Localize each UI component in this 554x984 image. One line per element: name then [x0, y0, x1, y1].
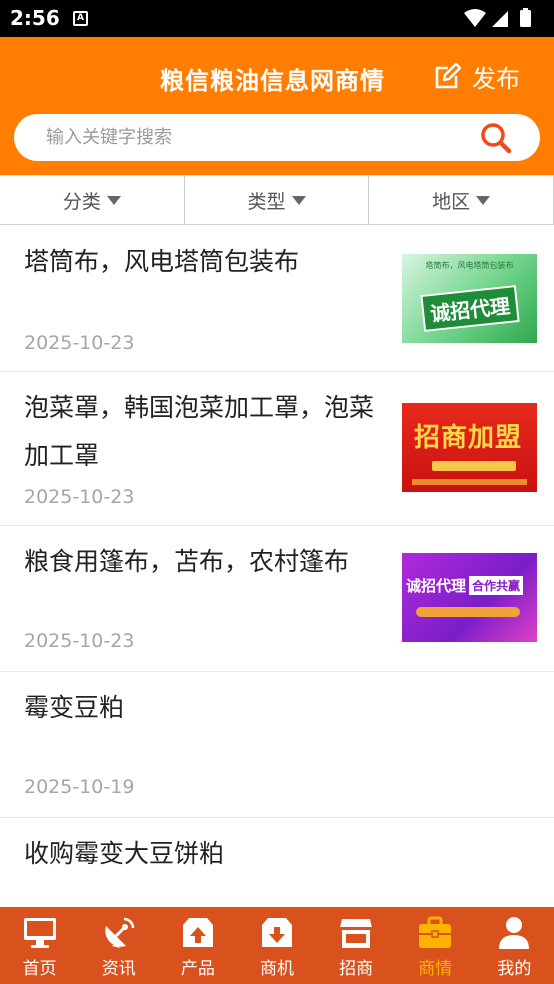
bottom-tab-bar: 首页 资讯 产品 商机 招商 商情 我的 — [0, 907, 554, 984]
news-list: 塔筒布，风电塔筒包装布 2025-10-23 塔筒布，风电塔筒包装布 诚招代理 … — [0, 226, 554, 938]
thumb-banner — [432, 461, 516, 471]
item-date: 2025-10-23 — [24, 486, 135, 508]
tab-label: 招商 — [339, 959, 374, 979]
tab-home[interactable]: 首页 — [0, 907, 79, 984]
filter-category[interactable]: 分类 — [0, 176, 185, 224]
list-item[interactable]: 泡菜罩，韩国泡菜加工罩，泡菜加工罩 2025-10-23 招商加盟 — [0, 372, 554, 526]
tab-label: 资讯 — [101, 959, 136, 979]
upload-box-icon — [182, 918, 213, 947]
filter-label: 分类 — [62, 190, 101, 213]
filter-type[interactable]: 类型 — [185, 176, 370, 224]
user-icon — [499, 917, 530, 949]
store-icon — [340, 919, 373, 948]
item-title: 收购霉变大豆饼粕 — [24, 839, 225, 868]
list-item[interactable]: 粮食用篷布，苫布，农村篷布 2025-10-23 诚招代理 合作共赢 — [0, 526, 554, 672]
caret-down-icon — [291, 195, 306, 205]
item-thumbnail: 招商加盟 — [402, 403, 537, 492]
tab-market-info[interactable]: 商情 — [396, 907, 475, 984]
search-box — [14, 114, 540, 161]
list-item[interactable]: 塔筒布，风电塔筒包装布 2025-10-23 塔筒布，风电塔筒包装布 诚招代理 — [0, 226, 554, 372]
thumb-text: 招商加盟 — [414, 423, 523, 453]
filter-region[interactable]: 地区 — [369, 176, 554, 224]
tab-investment[interactable]: 招商 — [317, 907, 396, 984]
tab-opportunities[interactable]: 商机 — [237, 907, 316, 984]
item-title: 塔筒布，风电塔筒包装布 — [24, 247, 300, 276]
page-title: 粮信粮油信息网商情 — [160, 67, 385, 95]
filter-bar: 分类 类型 地区 — [0, 175, 554, 225]
search-icon[interactable] — [480, 122, 512, 154]
publish-button[interactable]: 发布 — [434, 59, 520, 93]
item-thumbnail: 诚招代理 合作共赢 — [402, 553, 537, 642]
header: 粮信粮油信息网商情 发布 — [0, 37, 554, 175]
caret-down-icon — [106, 195, 121, 205]
tab-news[interactable]: 资讯 — [79, 907, 158, 984]
filter-label: 地区 — [432, 190, 471, 213]
item-date: 2025-10-23 — [24, 332, 135, 354]
status-bar: 2:56 A — [0, 0, 554, 37]
notification-a-icon: A — [73, 11, 88, 26]
tab-products[interactable]: 产品 — [158, 907, 237, 984]
thumb-caption: 塔筒布，风电塔筒包装布 — [425, 261, 514, 270]
item-title: 泡菜罩，韩国泡菜加工罩，泡菜加工罩 — [24, 393, 375, 470]
thumb-text: 诚招代理 — [420, 285, 520, 332]
thumb-footer — [412, 479, 527, 485]
signal-icon — [492, 11, 508, 27]
tab-label: 我的 — [497, 959, 532, 979]
item-date: 2025-10-19 — [24, 776, 135, 798]
filter-label: 类型 — [247, 190, 286, 213]
tab-profile[interactable]: 我的 — [475, 907, 554, 984]
monitor-icon — [23, 918, 56, 948]
item-date: 2025-10-23 — [24, 630, 135, 652]
tab-label: 商情 — [418, 959, 453, 979]
caret-down-icon — [476, 195, 491, 205]
search-input[interactable] — [46, 114, 466, 161]
tab-label: 首页 — [22, 959, 57, 979]
download-box-icon — [261, 918, 292, 947]
status-time: 2:56 — [10, 6, 60, 30]
thumb-text: 诚招代理 — [406, 577, 467, 595]
item-thumbnail: 塔筒布，风电塔筒包装布 诚招代理 — [402, 254, 537, 343]
item-title: 霉变豆粕 — [24, 693, 125, 722]
status-icons — [464, 8, 531, 27]
thumb-bar — [416, 607, 520, 617]
edit-icon — [435, 62, 462, 89]
wifi-icon — [464, 9, 486, 27]
tab-label: 产品 — [180, 959, 215, 979]
briefcase-icon — [419, 916, 452, 948]
publish-label: 发布 — [472, 64, 520, 93]
item-title: 粮食用篷布，苫布，农村篷布 — [24, 547, 350, 576]
list-item[interactable]: 霉变豆粕 2025-10-19 — [0, 672, 554, 818]
battery-icon — [520, 10, 531, 27]
tab-label: 商机 — [259, 959, 294, 979]
satellite-dish-icon — [104, 917, 134, 948]
thumb-text-2: 合作共赢 — [469, 576, 524, 595]
